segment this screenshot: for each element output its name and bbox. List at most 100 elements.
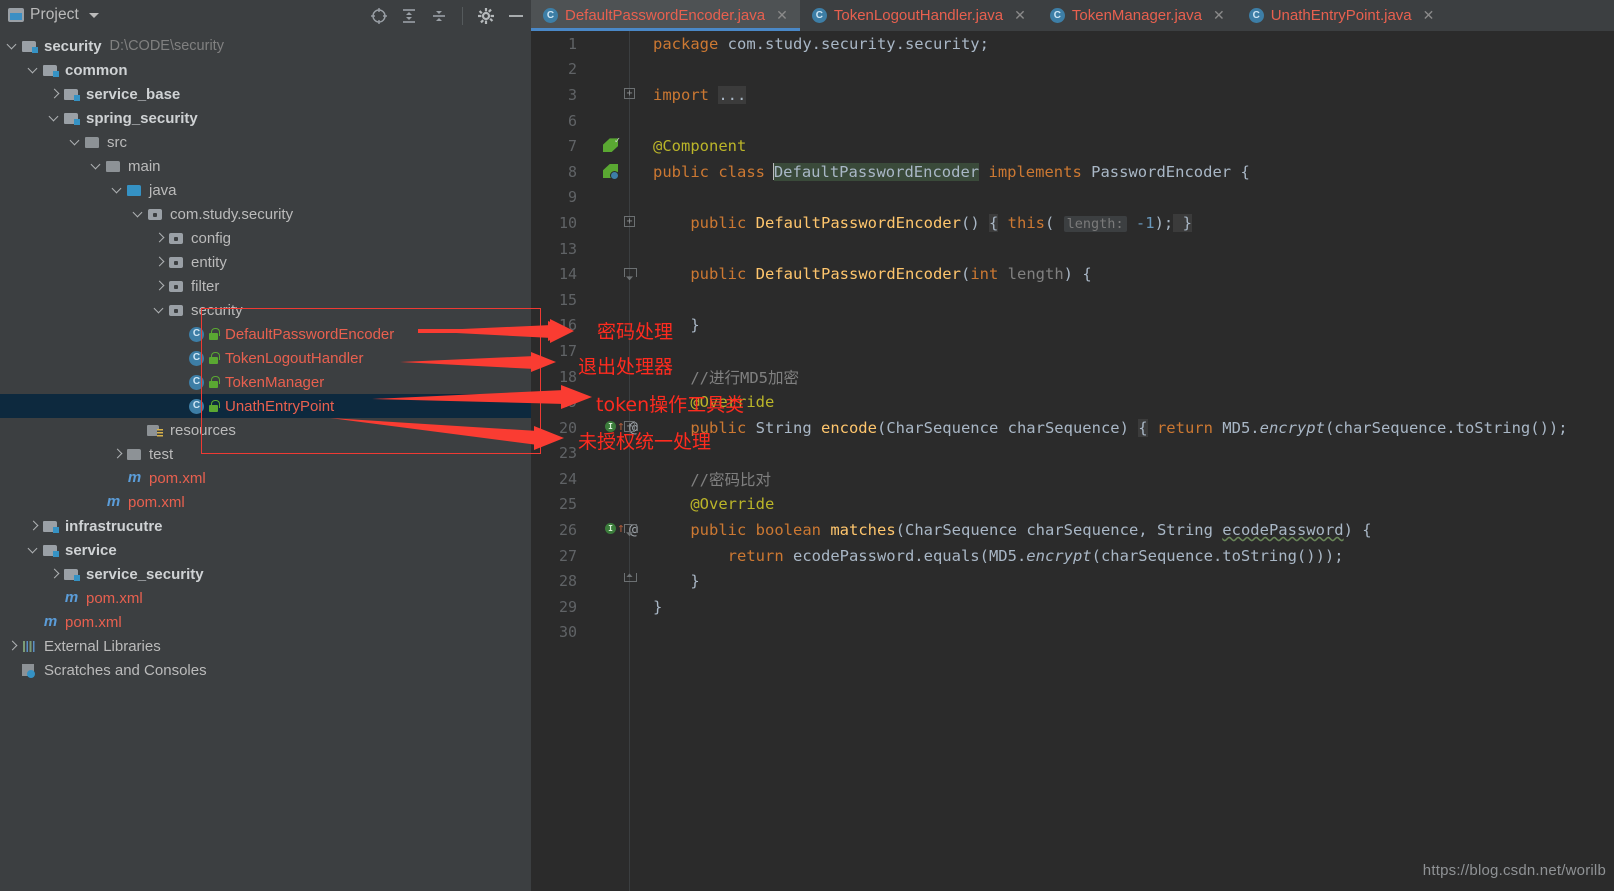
tree-node-config[interactable]: config [0,226,531,250]
chevron-down-icon[interactable] [132,208,145,221]
chevron-right-icon[interactable] [153,280,166,293]
tree-node-unathentrypoint[interactable]: C UnathEntryPoint [0,394,531,418]
gutter-cell[interactable] [585,568,643,594]
gutter-cell[interactable] [585,620,643,646]
chevron-down-icon[interactable] [90,160,103,173]
gutter-cell[interactable] [585,185,643,211]
gutter-cell[interactable] [585,594,643,620]
gutter-cell[interactable] [585,492,643,518]
tree-node-tokenlogouthandler[interactable]: C TokenLogoutHandler [0,346,531,370]
expand-all-icon[interactable] [400,7,418,25]
tree-node-pom-xml[interactable]: m pom.xml [0,586,531,610]
tree-node-label: resources [170,421,236,439]
chevron-right-icon[interactable] [153,232,166,245]
fold-expand-icon[interactable]: + [624,88,635,100]
close-icon[interactable]: ✕ [1014,7,1026,24]
gutter-cell[interactable] [585,236,643,262]
fold-collapse-icon[interactable] [624,268,637,279]
tree-node-tokenmanager[interactable]: C TokenManager [0,370,531,394]
gutter-cell[interactable] [585,159,643,185]
chevron-right-icon[interactable] [111,448,124,461]
close-icon[interactable]: ✕ [1213,7,1225,24]
gutter-cell[interactable] [585,261,643,287]
chevron-right-icon[interactable] [27,520,40,533]
tree-node-service[interactable]: service [0,538,531,562]
locate-target-icon[interactable] [370,7,388,25]
tree-node-security[interactable]: security [0,298,531,322]
editor-tab-defaultpasswordencoder-java[interactable]: C DefaultPasswordEncoder.java ✕ [531,0,800,31]
gutter-cell[interactable]: + [585,210,643,236]
gutter-cell[interactable] [585,108,643,134]
line-number: 27 [558,546,577,565]
tree-node-defaultpasswordencoder[interactable]: C DefaultPasswordEncoder [0,322,531,346]
code-line: 18 //进行MD5加密 [531,364,1614,390]
close-icon[interactable]: ✕ [1423,7,1435,24]
tree-node-pom-xml[interactable]: m pom.xml [0,610,531,634]
project-title-group[interactable]: Project [0,6,99,24]
editor-tab-label: TokenLogoutHandler.java [833,7,1004,24]
tree-node-scratches-and-consoles[interactable]: Scratches and Consoles [0,658,531,682]
chevron-down-icon[interactable] [27,64,40,77]
chevron-right-icon[interactable] [153,256,166,269]
gutter-cell[interactable]: + [585,82,643,108]
editor-tab-label: UnathEntryPoint.java [1270,7,1412,24]
project-tree[interactable]: security D:\CODE\security common service_ba… [0,31,531,891]
chevron-down-icon[interactable] [88,12,99,18]
chevron-down-icon[interactable] [6,40,19,53]
fold-collapse-icon[interactable] [624,524,637,535]
chevron-right-icon[interactable] [48,568,61,581]
implements-method-icon[interactable]: I [605,523,616,535]
code-line: 14 public DefaultPasswordEncoder(int len… [531,261,1614,287]
tree-node-spring-security[interactable]: spring_security [0,106,531,130]
chevron-right-icon[interactable] [6,640,19,653]
module-folder-icon [63,86,80,102]
editor-tab-tokenmanager-java[interactable]: C TokenManager.java ✕ [1038,0,1237,31]
java-class-icon: C [1049,8,1065,23]
spring-bean-icon[interactable] [603,163,619,180]
tree-node-src[interactable]: src [0,130,531,154]
close-icon[interactable]: ✕ [776,7,788,24]
tree-node-external-libraries[interactable]: External Libraries [0,634,531,658]
tree-node-service-base[interactable]: service_base [0,82,531,106]
tree-node-test[interactable]: test [0,442,531,466]
gutter-cell[interactable] [585,543,643,569]
gutter-cell[interactable]: ✓ [585,133,643,159]
collapse-all-icon[interactable] [430,7,448,25]
editor-tab-tokenlogouthandler-java[interactable]: C TokenLogoutHandler.java ✕ [800,0,1038,31]
tree-node-pom-xml[interactable]: m pom.xml [0,490,531,514]
gutter-cell[interactable] [585,287,643,313]
chevron-down-icon[interactable] [27,544,40,557]
minimize-icon[interactable] [507,7,525,25]
spring-bean-icon[interactable]: ✓ [603,136,620,153]
tree-node-label: security [44,37,102,55]
gutter-cell[interactable] [585,466,643,492]
tree-node-infrastrucutre[interactable]: infrastrucutre [0,514,531,538]
chevron-right-icon[interactable] [48,88,61,101]
code-editor[interactable]: 1 package com.study.security.security; 2… [531,31,1614,891]
tree-node-main[interactable]: main [0,154,531,178]
chevron-down-icon[interactable] [69,136,82,149]
fold-expand-icon[interactable]: + [624,216,635,228]
tree-node-filter[interactable]: filter [0,274,531,298]
chevron-down-icon[interactable] [153,304,166,317]
tree-node-pom-xml[interactable]: m pom.xml [0,466,531,490]
tree-node-common[interactable]: common [0,58,531,82]
tree-node-label: TokenManager [225,373,325,391]
tree-node-security[interactable]: security D:\CODE\security [0,34,531,58]
tree-node-java[interactable]: java [0,178,531,202]
chevron-down-icon[interactable] [48,112,61,125]
tree-node-com-study-security[interactable]: com.study.security [0,202,531,226]
ide-window: Project security D:\CODE\security common… [0,0,1614,891]
editor-tab-unathentrypoint-java[interactable]: C UnathEntryPoint.java ✕ [1237,0,1447,31]
gear-icon[interactable] [477,7,495,25]
tree-node-service-security[interactable]: service_security [0,562,531,586]
tree-node-entity[interactable]: entity [0,250,531,274]
tree-node-resources[interactable]: resources [0,418,531,442]
gutter-cell[interactable]: I ↑ @ [585,517,643,543]
fold-end-icon[interactable] [624,573,637,584]
gutter-cell[interactable] [585,31,643,57]
gutter-cell[interactable] [585,57,643,83]
chevron-down-icon[interactable] [111,184,124,197]
